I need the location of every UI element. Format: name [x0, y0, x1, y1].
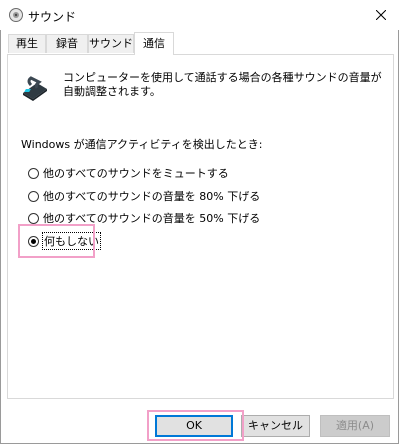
- speaker-icon: [9, 8, 23, 22]
- tab-communications[interactable]: 通信: [134, 32, 174, 55]
- window-title: サウンド: [28, 10, 77, 24]
- close-icon: [376, 10, 386, 20]
- tab-recording[interactable]: 録音: [46, 34, 88, 53]
- title-bar: サウンド: [0, 0, 400, 30]
- option-label: 他のすべてのサウンドの音量を 80% 下げる: [43, 190, 261, 203]
- radio-button[interactable]: [28, 167, 39, 179]
- apply-button[interactable]: 適用(A): [320, 415, 390, 437]
- option-reduce-80[interactable]: 他のすべてのサウンドの音量を 80% 下げる: [28, 188, 260, 204]
- cancel-button[interactable]: キャンセル: [241, 415, 310, 437]
- close-button[interactable]: [362, 0, 400, 30]
- highlight-box-ok: [147, 410, 244, 441]
- radio-button[interactable]: [28, 212, 39, 224]
- radio-button[interactable]: [28, 190, 39, 202]
- option-label: 他のすべてのサウンドをミュートする: [43, 167, 229, 180]
- tab-sounds[interactable]: サウンド: [88, 34, 134, 53]
- tab-playback[interactable]: 再生: [8, 34, 46, 53]
- telephone-icon: [23, 76, 47, 101]
- highlight-box-option: [18, 224, 95, 258]
- detect-label: Windows が通信アクティビティを検出したとき:: [21, 138, 263, 151]
- option-mute-all[interactable]: 他のすべてのサウンドをミュートする: [28, 165, 229, 181]
- communications-description: コンピューターを使用して通話する場合の各種サウンドの音量が自動調整されます。: [63, 71, 382, 98]
